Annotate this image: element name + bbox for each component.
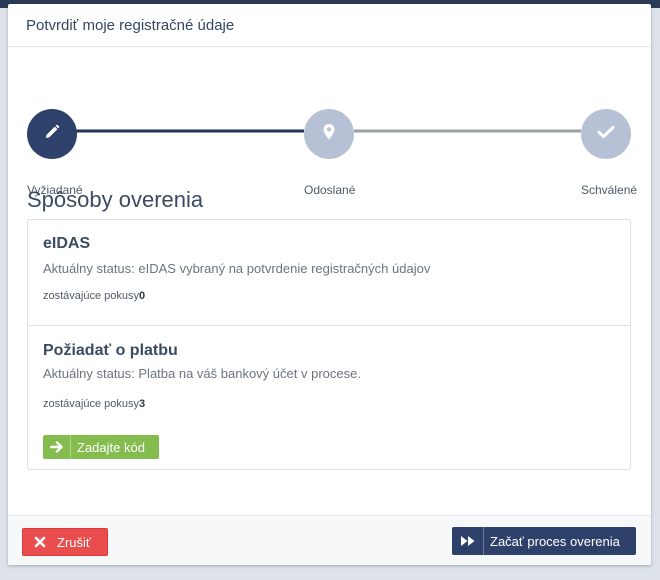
step-connector-pending (354, 129, 581, 133)
method-name: Požiadať o platbu (43, 342, 178, 359)
method-name: eIDAS (43, 235, 91, 252)
start-verification-button[interactable]: Začať proces overenia (452, 527, 636, 555)
arrow-right-icon (43, 435, 71, 459)
step-2-label: Odoslané (304, 183, 356, 197)
attempts-label: zostávajúce pokusy (43, 290, 139, 302)
step-1-circle (27, 109, 77, 159)
method-attempts: zostávajúce pokusy0 (43, 290, 145, 302)
enter-code-label: Zadajte kód (77, 439, 145, 455)
attempts-label: zostávajúce pokusy (43, 398, 139, 410)
step-3-label: Schválené (581, 183, 638, 197)
close-icon (23, 529, 57, 555)
progress-stepper: Vyžiadané Odoslané Schválené (8, 47, 651, 197)
modal-footer: Zrušiť Začať proces overenia (8, 515, 651, 565)
modal-header: Potvrdiť moje registračné údaje (8, 4, 651, 47)
step-2-circle (304, 109, 354, 159)
cancel-label: Zrušiť (57, 534, 91, 550)
enter-code-button[interactable]: Zadajte kód (43, 435, 159, 459)
pencil-icon (44, 124, 60, 145)
verification-modal: Potvrdiť moje registračné údaje Vyžiadan… (8, 4, 651, 565)
checkmark-icon (597, 125, 615, 144)
step-3-circle (581, 109, 631, 159)
start-verification-label: Začať proces overenia (490, 533, 620, 549)
fast-forward-icon (452, 527, 484, 555)
method-attempts: zostávajúce pokusy3 (43, 398, 145, 410)
verification-methods-list: eIDAS Aktuálny status: eIDAS vybraný na … (27, 219, 631, 470)
attempts-count: 3 (139, 398, 146, 410)
method-payment: Požiadať o platbu Aktuálny status: Platb… (28, 325, 630, 469)
method-status: Aktuálny status: eIDAS vybraný na potvrd… (43, 261, 431, 276)
step-connector-completed (76, 129, 304, 133)
cancel-button[interactable]: Zrušiť (22, 528, 108, 556)
attempts-count: 0 (139, 290, 146, 302)
modal-title: Potvrdiť moje registračné údaje (26, 16, 235, 34)
section-title: Spôsoby overenia (27, 187, 204, 212)
location-pin-icon (322, 123, 336, 146)
method-status: Aktuálny status: Platba na váš bankový ú… (43, 366, 361, 381)
method-eidas: eIDAS Aktuálny status: eIDAS vybraný na … (28, 220, 630, 325)
